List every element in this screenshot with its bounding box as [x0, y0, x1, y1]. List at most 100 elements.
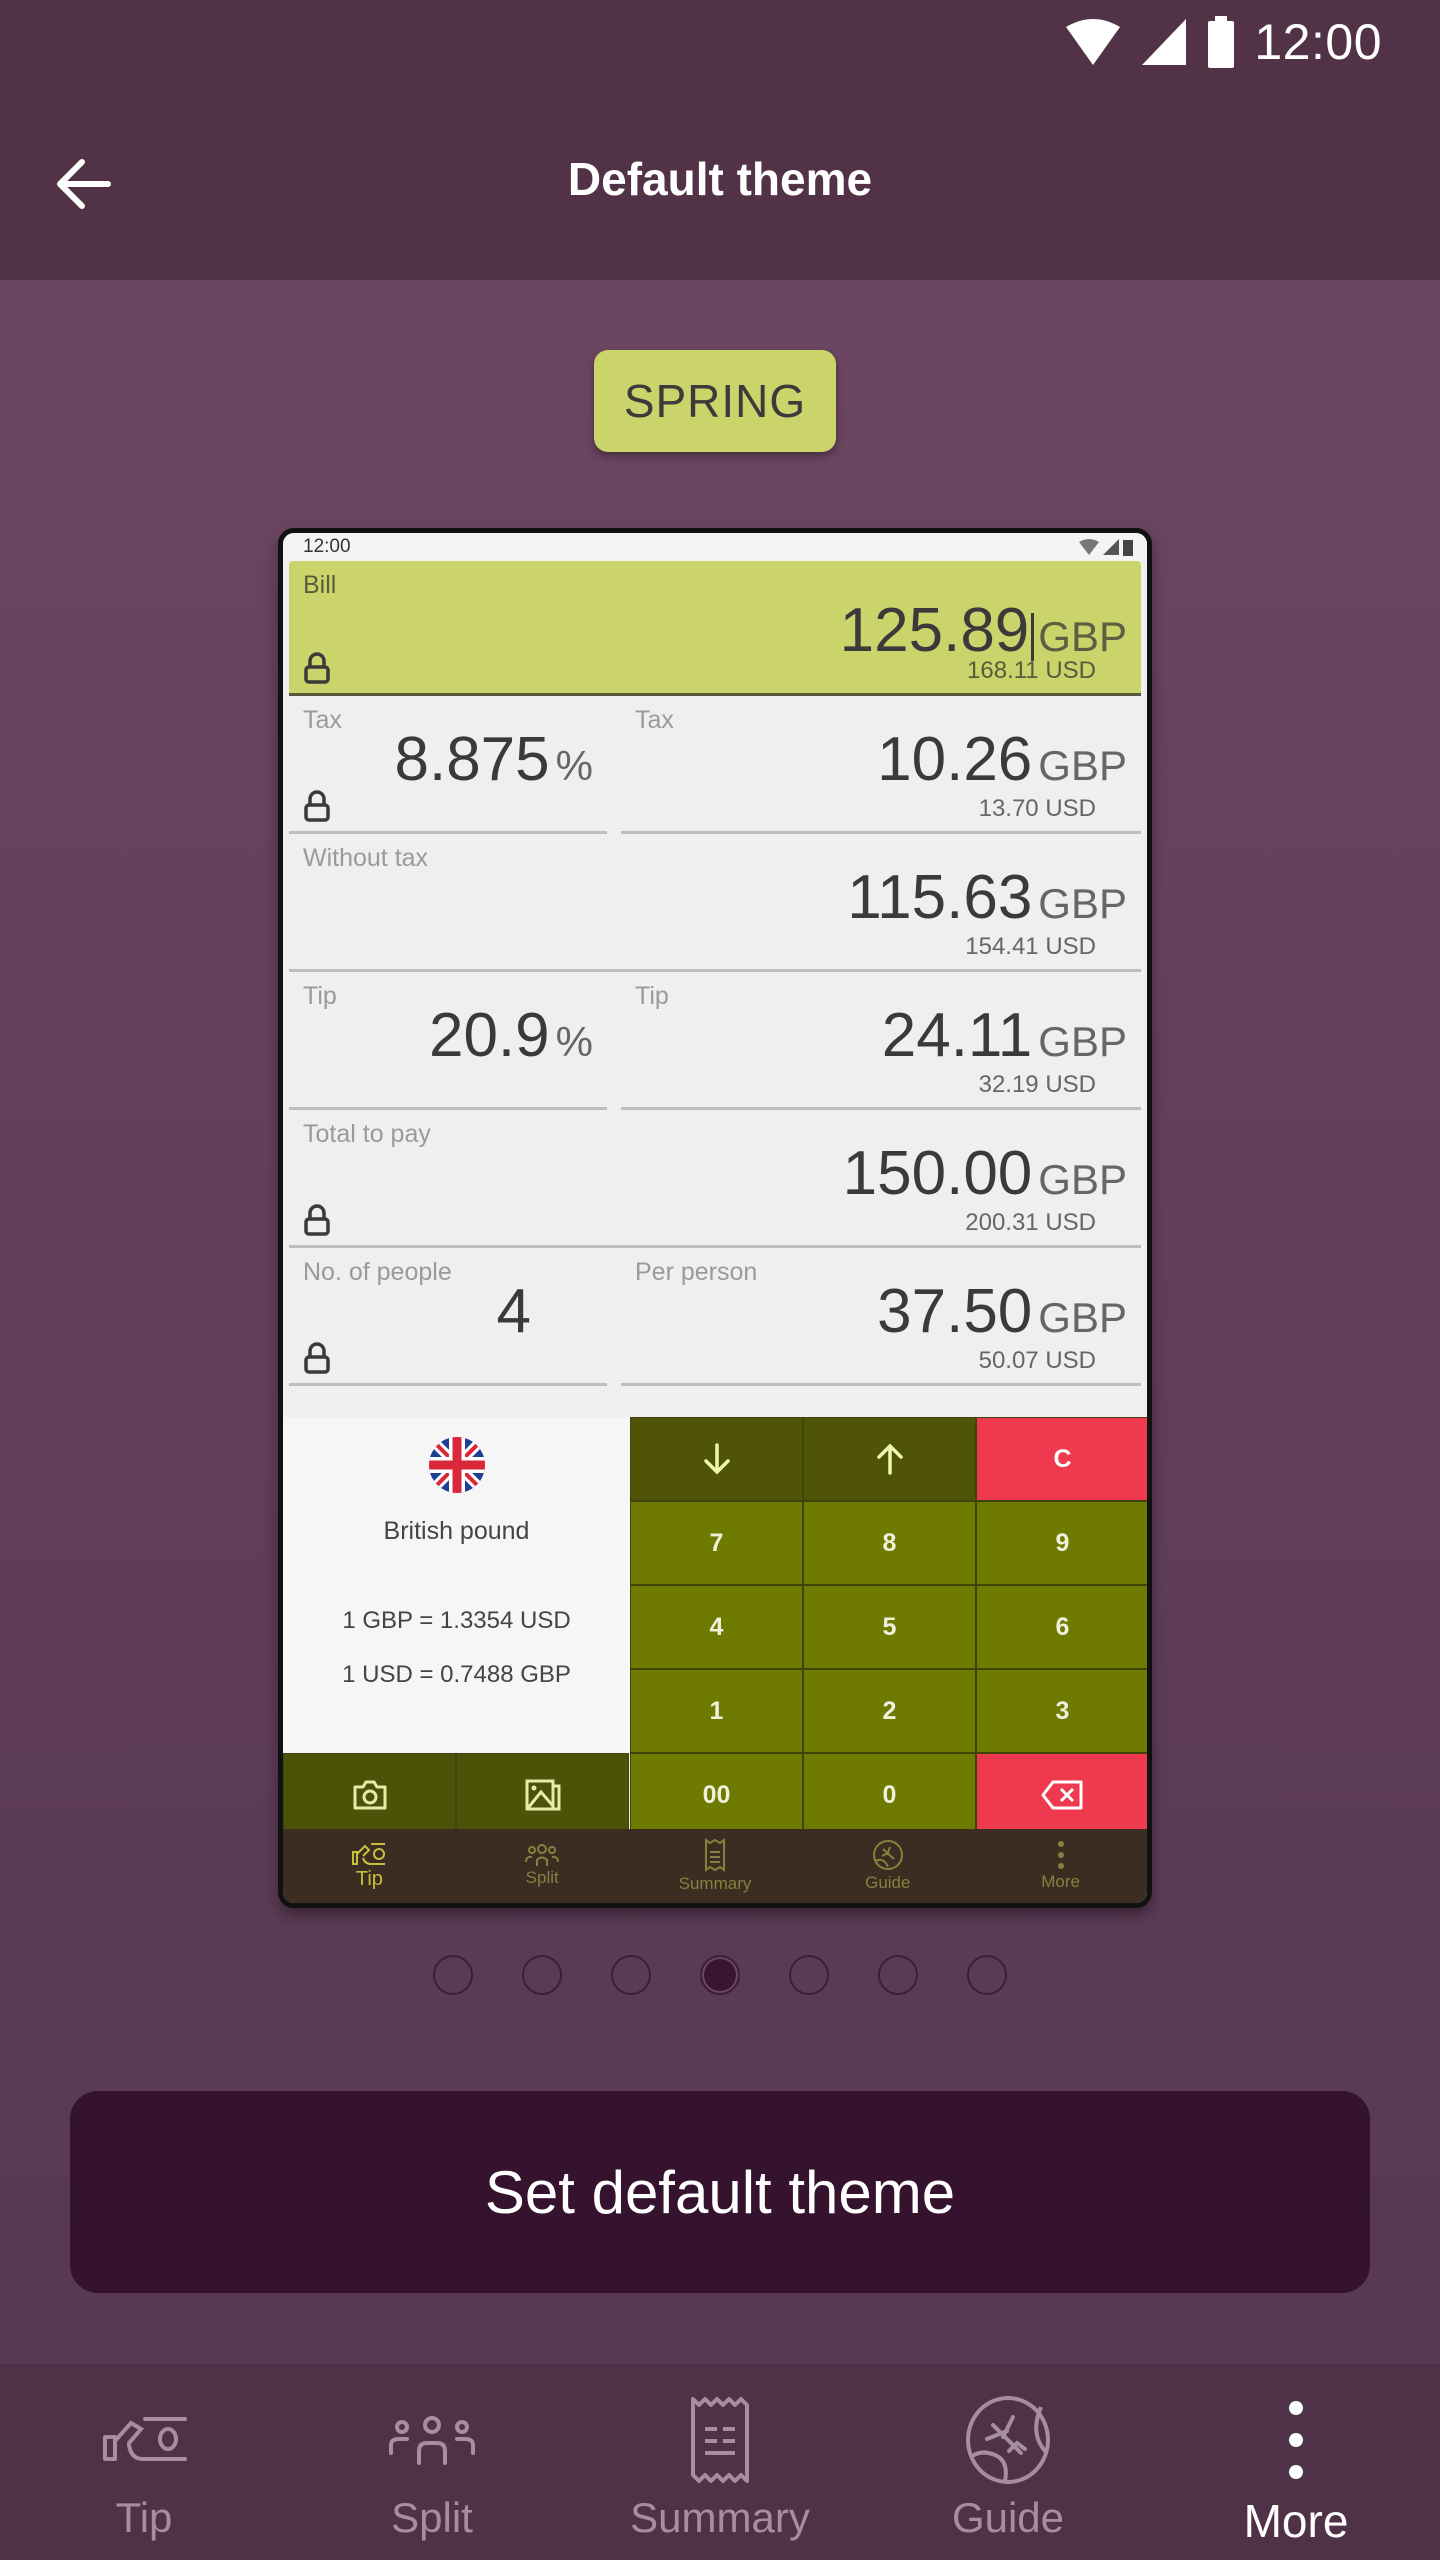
- key-clear[interactable]: C: [976, 1417, 1147, 1501]
- receipt-icon: [691, 2397, 749, 2483]
- key-backspace[interactable]: [976, 1753, 1147, 1837]
- theme-name-chip[interactable]: SPRING: [594, 350, 836, 452]
- status-bar: 12:00: [1064, 12, 1382, 72]
- without-tax-row: Without tax 115.63 GBP 154.41 USD: [283, 834, 1147, 972]
- field-converted: 50.07 USD: [978, 1347, 1096, 1374]
- tax-percent-field[interactable]: Tax 8.875 %: [289, 696, 607, 834]
- bill-currency: GBP: [1031, 613, 1127, 661]
- total-row: Total to pay 150.00 GBP 200.31 USD: [283, 1110, 1147, 1248]
- bottom-nav: Tip Split Summary Guide More: [0, 2364, 1440, 2560]
- key-1[interactable]: 1: [630, 1669, 803, 1753]
- exchange-rate-2: 1 USD = 0.7488 GBP: [342, 1661, 571, 1688]
- key-5[interactable]: 5: [803, 1585, 976, 1669]
- signal-icon: [1103, 539, 1119, 555]
- nav-label: Guide: [865, 1873, 911, 1892]
- globe-plane-icon: [872, 1840, 903, 1870]
- nav-item-summary[interactable]: Summary: [576, 2364, 864, 2560]
- nav-label: Split: [391, 2494, 473, 2541]
- backspace-icon: [1041, 1780, 1082, 1810]
- gallery-button[interactable]: [456, 1753, 629, 1837]
- field-amount: 20.9 %: [429, 1000, 593, 1071]
- nav-label: More: [1243, 2495, 1349, 2547]
- theme-preview[interactable]: 12:00 Bill 125.89 GBP 168.11 USD Tax 8.8…: [278, 528, 1152, 1908]
- wifi-icon: [1066, 19, 1121, 65]
- lock-icon[interactable]: [303, 1341, 331, 1375]
- battery-icon: [1123, 540, 1133, 556]
- arrow-up-icon: [876, 1443, 903, 1475]
- field-currency: GBP: [1038, 1156, 1127, 1203]
- key-00[interactable]: 00: [630, 1753, 803, 1837]
- field-currency: GBP: [1038, 880, 1127, 927]
- signal-icon: [1142, 19, 1187, 65]
- arrow-down-icon: [703, 1443, 730, 1475]
- field-value: 150.00: [842, 1139, 1033, 1208]
- key-up[interactable]: [803, 1417, 976, 1501]
- without-tax-field[interactable]: Without tax 115.63 GBP 154.41 USD: [289, 834, 1141, 972]
- field-amount: 8.875 %: [394, 724, 593, 795]
- field-label: No. of people: [303, 1258, 452, 1286]
- field-converted: 200.31 USD: [965, 1209, 1096, 1236]
- field-value: 4: [496, 1277, 531, 1346]
- people-icon: [389, 2416, 475, 2465]
- key-4[interactable]: 4: [630, 1585, 803, 1669]
- tip-percent-field[interactable]: Tip 20.9 %: [289, 972, 607, 1110]
- pager-dot[interactable]: [789, 1955, 829, 1995]
- field-amount: 10.26 GBP: [877, 724, 1127, 795]
- pager-dot[interactable]: [522, 1955, 562, 1995]
- people-count-field[interactable]: No. of people 4: [289, 1248, 607, 1386]
- bill-value: 125.89: [839, 596, 1030, 665]
- field-label: Total to pay: [303, 1120, 431, 1148]
- nav-label: Tip: [115, 2494, 173, 2541]
- pager-dot[interactable]: [433, 1955, 473, 1995]
- more-vert-icon: [1057, 1841, 1064, 1869]
- key-7[interactable]: 7: [630, 1501, 803, 1585]
- set-default-theme-button[interactable]: Set default theme: [70, 2091, 1370, 2293]
- tax-row: Tax 8.875 % Tax 10.26 GBP 13.70 USD: [283, 696, 1147, 834]
- tax-amount-field[interactable]: Tax 10.26 GBP 13.70 USD: [621, 696, 1141, 834]
- preview-nav-summary: Summary: [629, 1829, 802, 1903]
- currency-name: British pound: [383, 1517, 530, 1545]
- per-person-field[interactable]: Per person 37.50 GBP 50.07 USD: [621, 1248, 1141, 1386]
- total-field[interactable]: Total to pay 150.00 GBP 200.31 USD: [289, 1110, 1141, 1248]
- lock-icon[interactable]: [303, 651, 331, 685]
- key-9[interactable]: 9: [976, 1501, 1147, 1585]
- bill-field[interactable]: Bill 125.89 GBP 168.11 USD: [289, 561, 1141, 696]
- field-value: 10.26: [877, 725, 1033, 794]
- nav-item-tip[interactable]: Tip: [0, 2364, 288, 2560]
- field-value: 24.11: [881, 1001, 1033, 1070]
- key-down[interactable]: [630, 1417, 803, 1501]
- bill-amount: 125.89 GBP: [840, 595, 1127, 666]
- tip-amount-field[interactable]: Tip 24.11 GBP 32.19 USD: [621, 972, 1141, 1110]
- camera-button[interactable]: [283, 1753, 456, 1837]
- key-8[interactable]: 8: [803, 1501, 976, 1585]
- preview-nav-split: Split: [456, 1829, 629, 1903]
- nav-item-more[interactable]: More: [1152, 2364, 1440, 2560]
- lock-icon[interactable]: [303, 1203, 331, 1237]
- nav-item-split[interactable]: Split: [288, 2364, 576, 2560]
- nav-item-guide[interactable]: Guide: [864, 2364, 1152, 2560]
- preview-bottom-nav: Tip Split Summary Guide More: [283, 1829, 1147, 1903]
- nav-label: Guide: [951, 2494, 1065, 2541]
- pager-dot-active[interactable]: [700, 1955, 740, 1995]
- currency-panel[interactable]: British pound 1 GBP = 1.3354 USD 1 USD =…: [283, 1417, 630, 1753]
- key-2[interactable]: 2: [803, 1669, 976, 1753]
- key-6[interactable]: 6: [976, 1585, 1147, 1669]
- field-converted: 154.41 USD: [965, 933, 1096, 960]
- lock-icon[interactable]: [303, 789, 331, 823]
- key-3[interactable]: 3: [976, 1669, 1147, 1753]
- uk-flag-icon: [429, 1437, 485, 1493]
- nav-label: Tip: [355, 1867, 383, 1890]
- pager-dot[interactable]: [878, 1955, 918, 1995]
- field-label: Per person: [635, 1258, 758, 1286]
- field-value: 115.63: [847, 863, 1033, 932]
- field-label: Tax: [303, 706, 342, 734]
- bill-label: Bill: [303, 571, 337, 599]
- pager-dot[interactable]: [967, 1955, 1007, 1995]
- preview-status-bar: 12:00: [283, 533, 1147, 561]
- battery-icon: [1208, 16, 1235, 68]
- field-converted: 32.19 USD: [978, 1071, 1096, 1098]
- key-0[interactable]: 0: [803, 1753, 976, 1837]
- pager-dot[interactable]: [611, 1955, 651, 1995]
- status-time: 12:00: [1254, 14, 1382, 70]
- field-unit: %: [555, 742, 593, 789]
